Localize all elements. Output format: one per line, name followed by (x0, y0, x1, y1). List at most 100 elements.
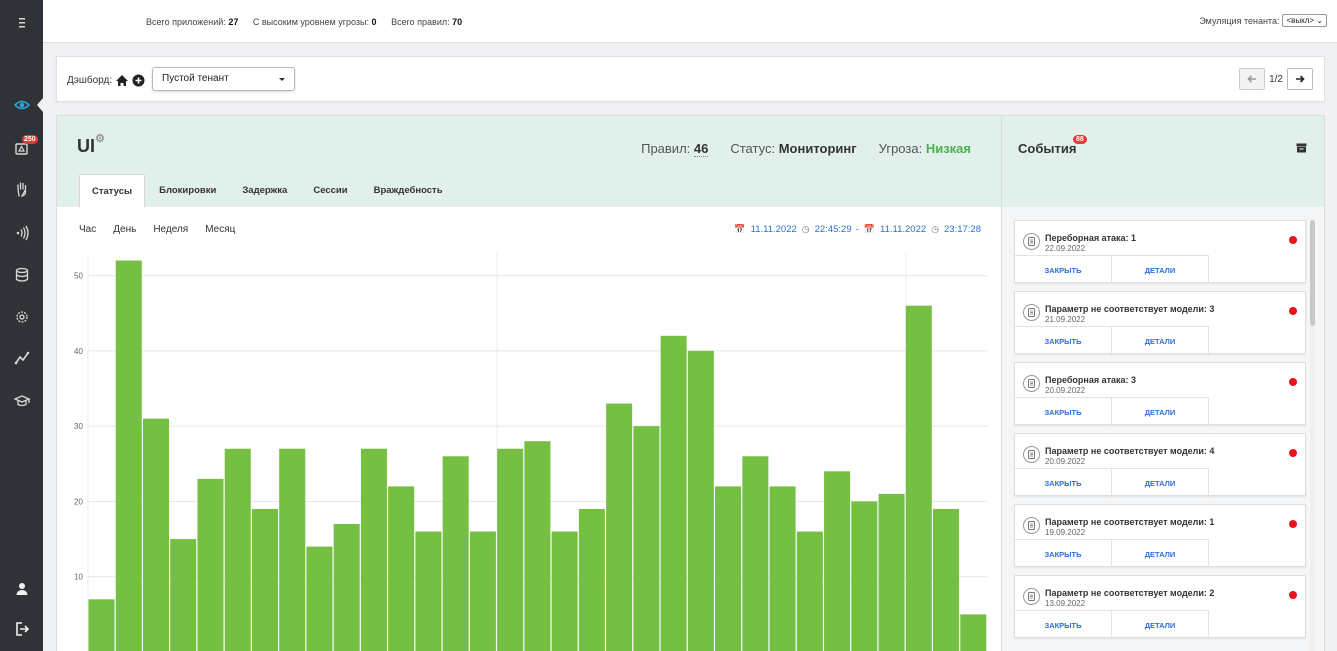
chart-bar[interactable] (660, 335, 687, 651)
alerts-icon[interactable]: 250 (0, 135, 43, 161)
database-icon[interactable] (0, 262, 43, 288)
menu-icon[interactable] (0, 10, 43, 36)
chart-bar[interactable] (824, 471, 851, 651)
event-card[interactable]: Параметр не соответствует модели: 1 19.09… (1014, 504, 1306, 568)
period-week[interactable]: Неделя (153, 224, 188, 235)
chart-bar[interactable] (497, 448, 524, 651)
chart-bar[interactable] (306, 546, 333, 651)
archive-icon[interactable] (1296, 143, 1307, 153)
learning-icon[interactable] (0, 388, 43, 414)
chart-bar[interactable] (360, 448, 387, 651)
chart-bar[interactable] (197, 478, 224, 651)
event-title: Параметр не соответствует модели: 2 (1045, 588, 1215, 598)
chart-bar[interactable] (905, 305, 932, 651)
dashboard-label-group: Дэшборд: (67, 74, 145, 87)
tab-blocks[interactable]: Блокировки (147, 174, 228, 207)
tenant-select[interactable]: Пустой тенант (152, 67, 295, 91)
event-details-button[interactable]: ДЕТАЛИ (1112, 468, 1209, 497)
date-range[interactable]: 📅 11.11.2022 ◷ 22:45:29 - 📅 11.11.2022 ◷… (731, 224, 983, 235)
chart-bar[interactable] (224, 448, 251, 651)
event-details-button[interactable]: ДЕТАЛИ (1112, 397, 1209, 426)
chart-bar[interactable] (524, 441, 551, 651)
chart-bar[interactable] (88, 599, 115, 651)
range-from-date[interactable]: 11.11.2022 (751, 224, 797, 235)
event-close-button[interactable]: ЗАКРЫТЬ (1015, 539, 1112, 568)
event-details-button[interactable]: ДЕТАЛИ (1112, 539, 1209, 568)
event-severity-dot (1289, 591, 1297, 599)
event-close-button[interactable]: ЗАКРЫТЬ (1015, 397, 1112, 426)
tab-delay[interactable]: Задержка (230, 174, 299, 207)
period-hour[interactable]: Час (79, 224, 96, 235)
chart-bar[interactable] (960, 614, 987, 651)
event-details-button[interactable]: ДЕТАЛИ (1112, 326, 1209, 355)
chart-bar[interactable] (878, 493, 905, 651)
gear-icon[interactable]: ⚙ (95, 133, 105, 145)
events-count-badge: 88 (1073, 135, 1087, 144)
settings-icon[interactable] (0, 304, 43, 330)
rules-stat: Правил: 46 (641, 141, 709, 157)
arrow-right-icon (1296, 75, 1305, 83)
chart-bar[interactable] (687, 350, 714, 651)
chart-bar[interactable] (170, 539, 197, 651)
tenant-emulation-select[interactable]: <выкл> ⌄ (1282, 14, 1327, 27)
range-to-time[interactable]: 23:17:28 (944, 224, 981, 235)
event-card[interactable]: Параметр не соответствует модели: 2 13.09… (1014, 575, 1306, 639)
event-actions: ЗАКРЫТЬ ДЕТАЛИ (1015, 397, 1209, 426)
y-tick-label: 40 (74, 347, 83, 356)
add-icon[interactable] (132, 74, 145, 87)
chart-bar[interactable] (333, 524, 360, 651)
event-details-button[interactable]: ДЕТАЛИ (1112, 255, 1209, 284)
event-severity-dot (1289, 378, 1297, 386)
event-card[interactable]: Переборная атака: 1 22.09.2022 ЗАКРЫТЬ ДЕТА… (1014, 220, 1306, 284)
range-from-time[interactable]: 22:45:29 (815, 224, 852, 235)
chart-bar[interactable] (769, 486, 796, 651)
event-actions: ЗАКРЫТЬ ДЕТАЛИ (1015, 539, 1209, 568)
event-title: Параметр не соответствует модели: 3 (1045, 304, 1215, 314)
hand-icon[interactable] (0, 176, 43, 202)
logout-icon[interactable] (0, 616, 43, 642)
chart-bar[interactable] (142, 418, 170, 651)
event-card[interactable]: Параметр не соответствует модели: 4 20.09… (1014, 433, 1306, 497)
chart-bar[interactable] (715, 486, 742, 651)
event-card[interactable]: Переборная атака: 3 20.09.2022 ЗАКРЫТЬ ДЕТА… (1014, 362, 1306, 426)
next-page-button[interactable] (1287, 68, 1313, 90)
chart-bar[interactable] (578, 508, 605, 651)
chart-bar[interactable] (551, 531, 578, 651)
app-panel-header: UI⚙ Правил: 46 Статус: Мониторинг Угроза… (57, 116, 1001, 207)
page-indicator: 1/2 (1269, 73, 1283, 85)
chart-bar[interactable] (415, 531, 442, 651)
chart-bar[interactable] (851, 501, 878, 651)
event-close-button[interactable]: ЗАКРЫТЬ (1015, 326, 1112, 355)
period-day[interactable]: День (113, 224, 136, 235)
tab-hostility[interactable]: Враждебность (362, 174, 455, 207)
prev-page-button[interactable] (1239, 68, 1266, 90)
chart-bar[interactable] (279, 448, 306, 651)
tab-sessions[interactable]: Сессии (301, 174, 359, 207)
chart-bar[interactable] (442, 456, 469, 651)
chart-bar[interactable] (633, 426, 660, 651)
chart-bar[interactable] (933, 508, 960, 651)
event-card[interactable]: Параметр не соответствует модели: 3 21.09… (1014, 291, 1306, 355)
chart-bar[interactable] (606, 403, 633, 651)
chart-bar[interactable] (469, 531, 496, 651)
chart-bar[interactable] (251, 508, 278, 651)
user-icon[interactable] (0, 576, 43, 602)
event-close-button[interactable]: ЗАКРЫТЬ (1015, 255, 1112, 284)
event-details-button[interactable]: ДЕТАЛИ (1112, 610, 1209, 639)
range-to-date[interactable]: 11.11.2022 (880, 224, 926, 235)
events-scrollbar-thumb[interactable] (1310, 220, 1315, 326)
period-month[interactable]: Месяц (205, 224, 235, 235)
home-icon[interactable] (115, 74, 129, 87)
event-type-icon (1023, 304, 1040, 321)
chart-bar[interactable] (115, 260, 142, 651)
event-close-button[interactable]: ЗАКРЫТЬ (1015, 468, 1112, 497)
signal-icon[interactable] (0, 220, 43, 246)
chart-bar[interactable] (796, 531, 823, 651)
analytics-icon[interactable] (0, 345, 43, 371)
y-tick-label: 30 (74, 422, 83, 431)
status-stat: Статус: Мониторинг (730, 141, 857, 156)
tab-statuses[interactable]: Статусы (79, 174, 146, 207)
chart-bar[interactable] (742, 456, 769, 651)
event-close-button[interactable]: ЗАКРЫТЬ (1015, 610, 1112, 639)
chart-bar[interactable] (388, 486, 415, 651)
